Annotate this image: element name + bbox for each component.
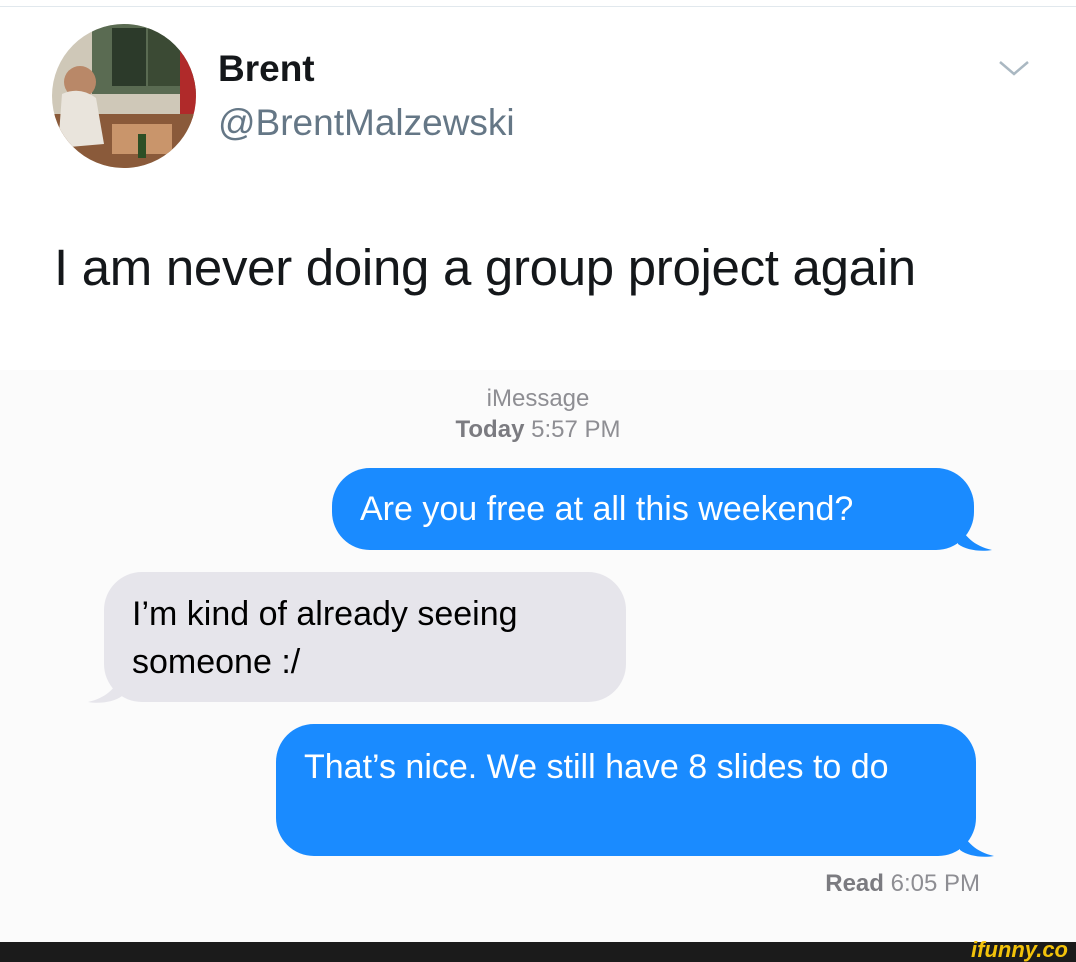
watermark: ifunny.co	[971, 937, 1068, 962]
message-bubble-incoming[interactable]: I’m kind of already seeing someone :/	[104, 572, 626, 702]
read-label: Read	[825, 870, 884, 897]
avatar[interactable]	[52, 24, 196, 168]
read-time: 6:05 PM	[890, 870, 980, 897]
read-receipt: Read 6:05 PM	[825, 870, 980, 898]
tweet-text: I am never doing a group project again	[54, 239, 916, 296]
timestamp-time: 5:57 PM	[531, 416, 621, 443]
service-label: iMessage	[486, 385, 590, 412]
message-bubble-outgoing[interactable]: Are you free at all this weekend?	[332, 468, 974, 550]
top-divider	[0, 6, 1076, 7]
imessage-screenshot: iMessage Today 5:57 PM Are you free at a…	[0, 370, 1076, 942]
conversation-timestamp: Today 5:57 PM	[0, 416, 1076, 444]
chevron-down-icon[interactable]	[996, 56, 1032, 80]
timestamp-day: Today	[455, 416, 525, 443]
message-bubble-outgoing[interactable]: That’s nice. We still have 8 slides to d…	[276, 724, 976, 856]
display-name[interactable]: Brent	[218, 48, 315, 90]
user-handle[interactable]: @BrentMalzewski	[218, 102, 515, 144]
footer-bar	[0, 942, 1076, 962]
